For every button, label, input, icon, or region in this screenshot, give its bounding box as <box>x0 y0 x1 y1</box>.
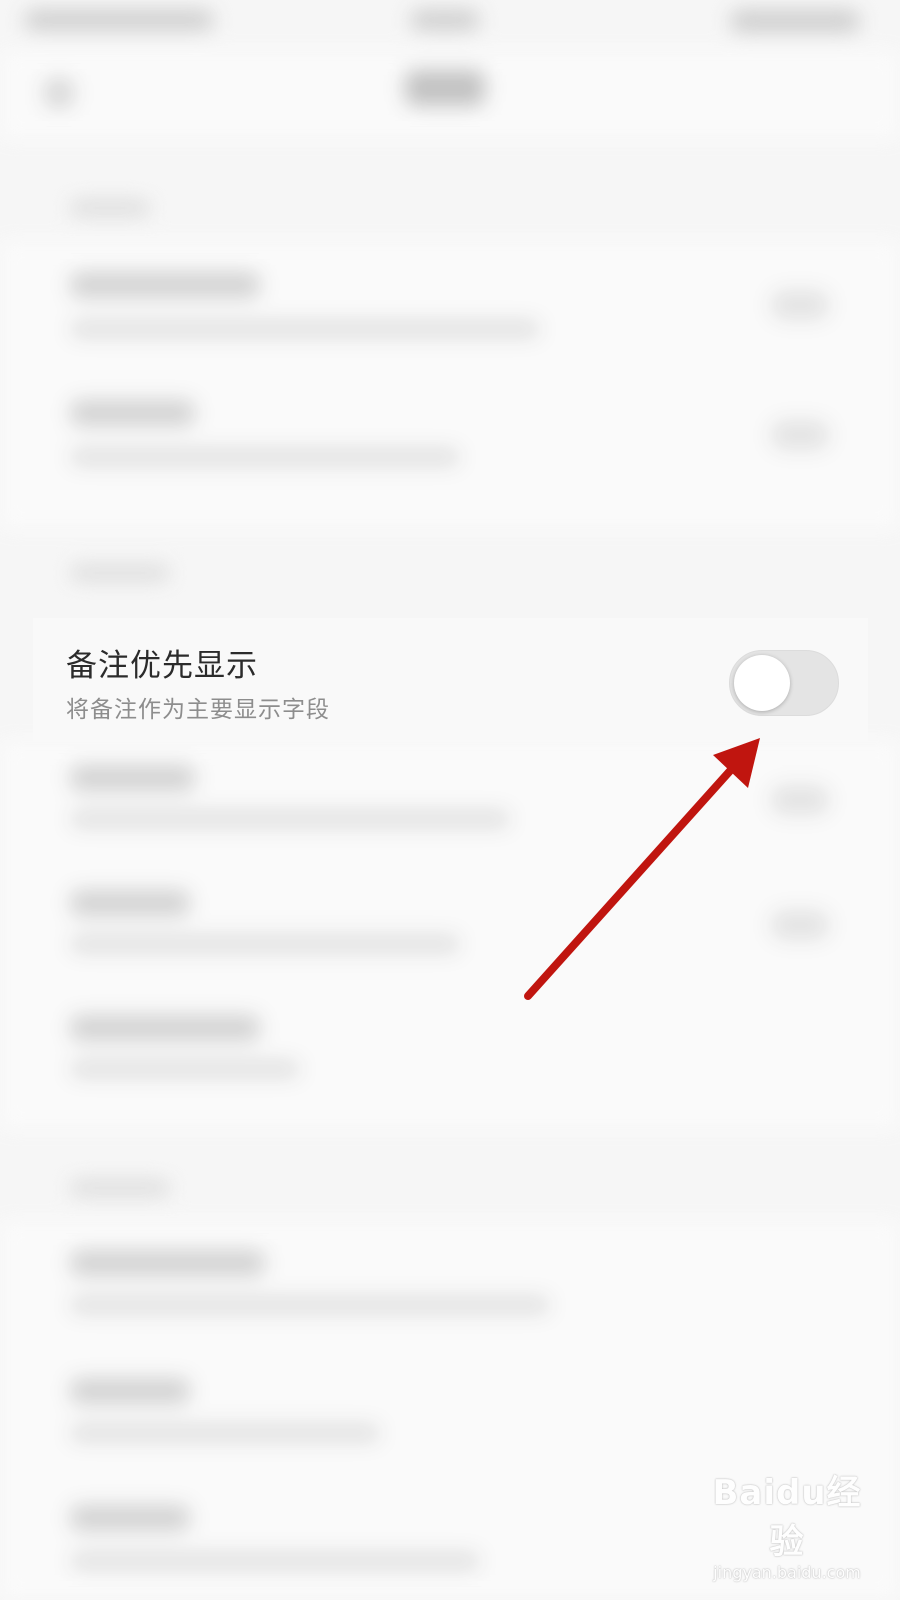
toggle-knob <box>734 655 790 711</box>
note-priority-toggle[interactable] <box>729 650 839 716</box>
nav-bar <box>0 50 900 140</box>
setting-title: 备注优先显示 <box>66 648 258 684</box>
setting-subtitle: 将备注作为主要显示字段 <box>66 697 330 723</box>
baidu-jingyan-watermark: Baidu经验 jingyan.baidu.com <box>702 1465 872 1582</box>
settings-screen: 备注优先显示 将备注作为主要显示字段 Baidu经验 jingyan.baidu… <box>0 0 900 1600</box>
status-bar <box>0 0 900 50</box>
setting-row-note-priority[interactable]: 备注优先显示 将备注作为主要显示字段 <box>33 618 868 742</box>
watermark-logo-text: Baidu经验 <box>712 1473 862 1562</box>
watermark-url: jingyan.baidu.com <box>713 1563 861 1582</box>
blurred-background-content <box>0 0 900 1600</box>
